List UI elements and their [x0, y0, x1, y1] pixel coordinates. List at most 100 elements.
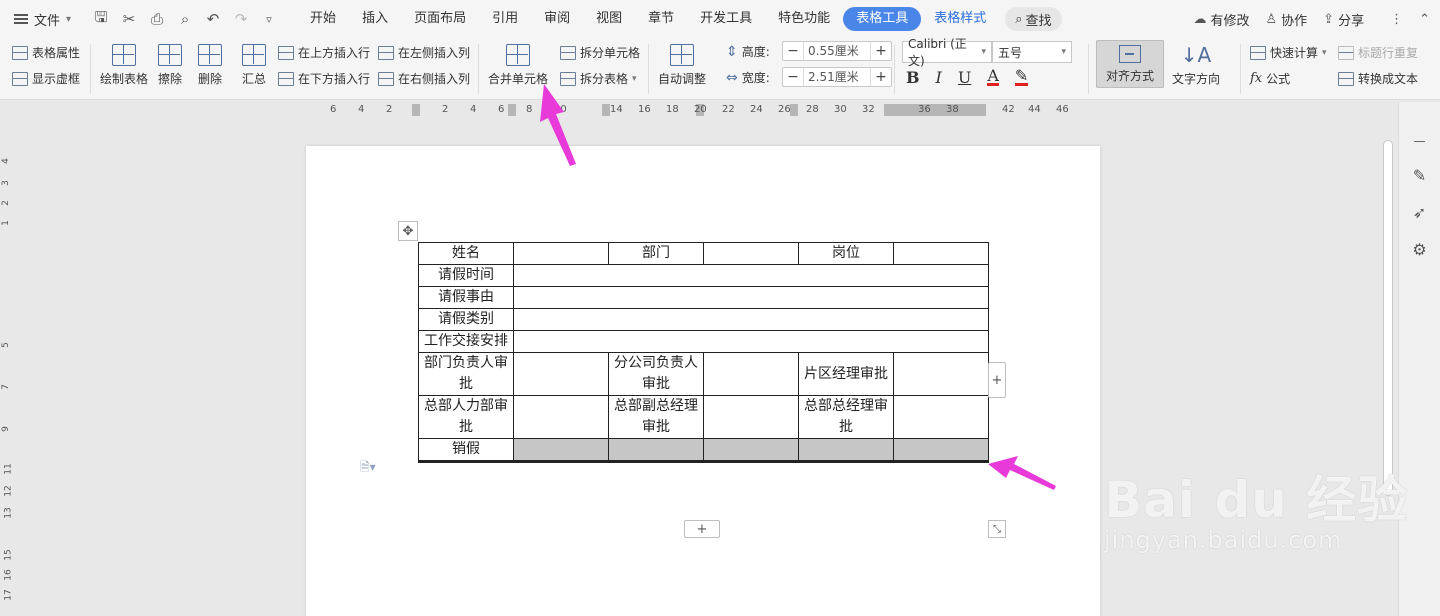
table-cell[interactable]: 总部人力部审批 [418, 395, 514, 439]
table-cell[interactable] [513, 395, 609, 439]
font-name-select[interactable]: Calibri (正文) ▾ [902, 37, 992, 68]
merge-cells-button[interactable]: 合并单元格 [488, 44, 548, 87]
horizontal-ruler[interactable]: 6 4 2 2 4 6 8 10 14 16 18 20 22 24 26 28… [306, 102, 1100, 118]
table-cell[interactable] [513, 242, 609, 265]
table-cell[interactable] [893, 395, 989, 439]
text-direction-button[interactable]: ↓A 文字方向 [1172, 44, 1220, 87]
tab-view[interactable]: 视图 [583, 7, 635, 31]
collapse-ribbon-icon[interactable]: ⌃ [1419, 12, 1430, 27]
table-move-handle[interactable]: ✥ [398, 221, 418, 241]
table-cell[interactable] [608, 461, 704, 463]
insert-row-above-button[interactable]: 在上方插入行 [278, 44, 370, 61]
file-menu[interactable]: 文件 ▾ [0, 0, 81, 38]
insert-col-right-button[interactable]: 在右侧插入列 [378, 70, 470, 87]
share-button[interactable]: ⇪ 分享 [1323, 10, 1364, 29]
width-stepper[interactable]: − 2.51厘米 + [782, 67, 892, 87]
split-cells-button[interactable]: 拆分单元格 [560, 44, 640, 61]
leave-form-table[interactable]: 姓名 部门 岗位 请假时间 请假事由 请假类别 工作交接安排 部门负责人审批 分… [418, 242, 989, 463]
table-cell[interactable] [703, 242, 799, 265]
table-cell[interactable] [893, 242, 989, 265]
tab-start[interactable]: 开始 [297, 7, 349, 31]
summary-button[interactable]: 汇总 [242, 44, 266, 87]
tab-insert[interactable]: 插入 [349, 7, 401, 31]
table-cell[interactable] [703, 352, 799, 396]
selected-cell[interactable] [608, 438, 704, 461]
table-cell[interactable]: 工作交接安排 [418, 330, 514, 353]
selected-cell[interactable] [893, 438, 989, 461]
table-cell[interactable] [418, 461, 514, 463]
width-decrease-button[interactable]: − [783, 69, 803, 85]
formula-button[interactable]: fx 公式 [1250, 70, 1290, 87]
quick-calc-button[interactable]: 快速计算 ▾ [1250, 44, 1327, 61]
table-properties-button[interactable]: 表格属性 [12, 44, 80, 61]
collab-button[interactable]: ♙ 协作 [1266, 10, 1308, 29]
height-value[interactable]: 0.55厘米 [803, 42, 871, 60]
minimize-panel-icon[interactable]: — [1414, 134, 1426, 148]
ruler-column-marker[interactable] [790, 104, 798, 116]
repeat-header-button[interactable]: 标题行重复 [1338, 44, 1418, 61]
tab-table-tools[interactable]: 表格工具 [843, 7, 922, 31]
more-icon[interactable]: ⋮ [1390, 12, 1403, 27]
tab-developer[interactable]: 开发工具 [687, 7, 765, 31]
table-cell[interactable]: 总部总经理审批 [798, 395, 894, 439]
font-color-icon[interactable]: A [987, 68, 999, 86]
draw-table-button[interactable]: 绘制表格 [100, 44, 148, 87]
underline-icon[interactable]: U [958, 68, 971, 87]
print-preview-icon[interactable]: ⌕ [177, 10, 193, 28]
split-table-button[interactable]: 拆分表格 ▾ [560, 70, 637, 87]
save-icon[interactable]: 🖫 [93, 7, 109, 32]
font-size-select[interactable]: 五号 ▾ [992, 41, 1072, 63]
tab-review[interactable]: 审阅 [531, 7, 583, 31]
table-cell[interactable]: 分公司负责人审批 [608, 352, 704, 396]
table-cell[interactable] [703, 395, 799, 439]
insert-col-left-button[interactable]: 在左侧插入列 [378, 44, 470, 61]
table-cell[interactable]: 请假事由 [418, 286, 514, 309]
table-cell[interactable] [703, 461, 799, 463]
tab-table-style[interactable]: 表格样式 [921, 7, 999, 31]
tab-features[interactable]: 特色功能 [765, 7, 843, 31]
selected-cell[interactable] [513, 438, 609, 461]
format-painter-icon[interactable]: ✂ [121, 10, 137, 28]
selected-cell[interactable] [703, 438, 799, 461]
table-cell[interactable] [893, 352, 989, 396]
height-increase-button[interactable]: + [871, 43, 891, 59]
edit-pen-icon[interactable]: ✎ [1413, 166, 1426, 185]
document-icon[interactable]: 🗎▾ [360, 458, 376, 479]
select-cursor-icon[interactable]: ➶ [1413, 203, 1426, 222]
highlight-icon[interactable]: ✎ [1014, 68, 1029, 86]
table-cell[interactable]: 片区经理审批 [798, 352, 894, 396]
table-cell[interactable] [513, 308, 989, 331]
table-resize-handle[interactable]: ⤡ [988, 520, 1006, 538]
undo-icon[interactable]: ↶ [205, 10, 221, 28]
ruler-column-marker[interactable] [508, 104, 516, 116]
italic-icon[interactable]: I [936, 68, 942, 87]
width-increase-button[interactable]: + [871, 69, 891, 85]
customize-icon[interactable]: ▿ [261, 13, 277, 26]
settings-sliders-icon[interactable]: ⚙ [1412, 240, 1426, 259]
height-decrease-button[interactable]: − [783, 43, 803, 59]
search-button[interactable]: ⌕ 查找 [1005, 7, 1062, 31]
table-cell[interactable] [513, 461, 609, 463]
table-cell[interactable]: 销假 [418, 438, 514, 461]
tab-chapter[interactable]: 章节 [635, 7, 687, 31]
bold-icon[interactable]: B [906, 68, 920, 87]
scrollbar-thumb[interactable] [1383, 140, 1393, 496]
insert-row-below-button[interactable]: 在下方插入行 [278, 70, 370, 87]
show-grid-button[interactable]: 显示虚框 [12, 70, 80, 87]
print-icon[interactable]: ⎙ [149, 10, 165, 28]
delete-button[interactable]: 删除 [198, 44, 222, 87]
table-cell[interactable] [513, 286, 989, 309]
add-column-button[interactable]: + [988, 362, 1006, 398]
table-cell[interactable]: 请假类别 [418, 308, 514, 331]
table-cell[interactable] [513, 264, 989, 287]
erase-button[interactable]: 擦除 [158, 44, 182, 87]
auto-adjust-button[interactable]: 自动调整 [658, 44, 706, 87]
table-cell[interactable]: 请假时间 [418, 264, 514, 287]
height-stepper[interactable]: − 0.55厘米 + [782, 41, 892, 61]
ruler-column-marker[interactable] [602, 104, 610, 116]
table-cell[interactable]: 部门负责人审批 [418, 352, 514, 396]
to-text-button[interactable]: 转换成文本 [1338, 70, 1418, 87]
table-cell[interactable] [798, 461, 894, 463]
redo-icon[interactable]: ↷ [233, 10, 249, 28]
table-cell[interactable] [513, 352, 609, 396]
